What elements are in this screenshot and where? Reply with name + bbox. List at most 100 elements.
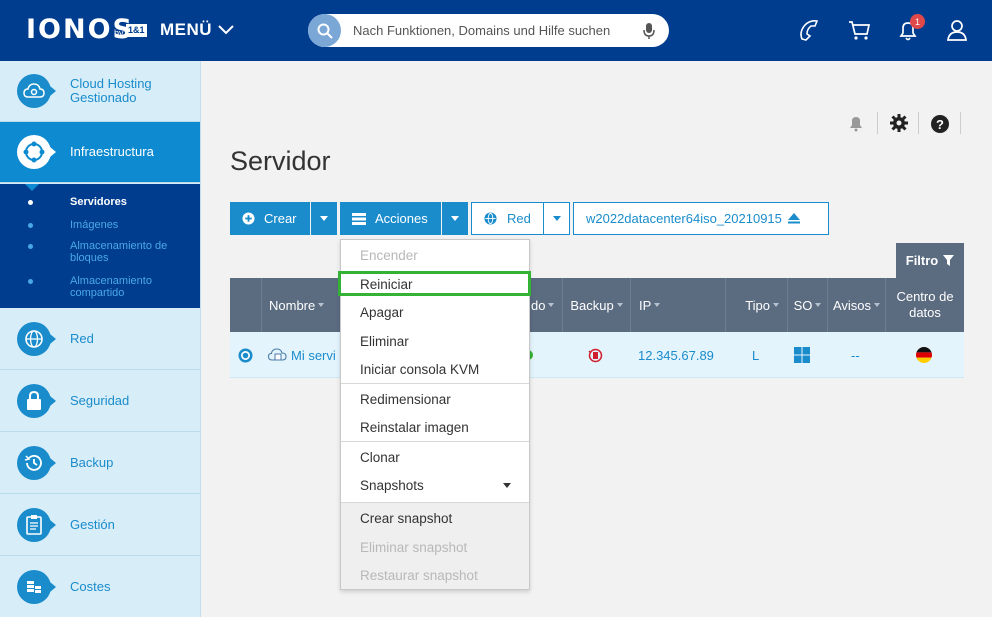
menu-item-restaurar-snapshot[interactable]: Restaurar snapshot [341,561,529,589]
acciones-dropdown-toggle[interactable] [442,202,468,235]
row-radio[interactable] [238,332,253,378]
menu-item-reinstalar-imagen[interactable]: Reinstalar imagen [341,413,529,441]
sidebar-item-label: Gestión [70,517,115,532]
crear-button[interactable]: Crear [230,202,310,235]
chevron-down-icon [218,25,234,35]
header-so[interactable]: SO [787,278,827,332]
bullet-icon [28,279,33,284]
menu-item-encender[interactable]: Encender [341,241,529,269]
sidebar-item-label: Red [70,331,94,346]
list-icon [352,212,366,225]
sidebar-subnav: Servidores Imágenes Almacenamiento de bl… [0,184,200,308]
bell-outline-icon[interactable] [848,114,864,132]
server-name[interactable]: Mi servi [291,348,336,363]
header-label: IP [639,297,652,313]
header-label: Nombre [269,297,316,313]
plus-circle-icon [242,212,255,225]
funnel-icon [943,255,955,266]
red-label: Red [507,211,531,226]
phone-icon[interactable] [797,18,821,42]
user-icon[interactable] [945,18,969,42]
header-label: Backup [570,297,614,313]
lock-icon [17,384,56,418]
eject-icon [787,213,800,224]
divider [960,112,961,134]
sort-caret-icon [318,303,325,307]
menu-item-eliminar[interactable]: Eliminar [341,327,529,355]
caret-down-icon [552,216,561,221]
subnav-label: Servidores [70,196,127,208]
sidebar-item-label: Costes [70,579,111,594]
header-nombre[interactable]: Nombre [261,278,341,332]
backup-status-icon[interactable] [588,332,603,378]
sidebar-item-seguridad[interactable]: Seguridad [0,371,200,432]
sidebar-item-costes[interactable]: Costes [0,557,200,617]
header-backup[interactable]: Backup [562,278,630,332]
menu-button[interactable]: MENÜ [160,20,234,40]
sidebar-item-label: Infraestructura [70,144,154,159]
notification-badge: 1 [910,14,925,29]
network-nodes-icon [17,135,56,169]
tipo-cell: L [752,347,760,363]
menu-item-eliminar-snapshot[interactable]: Eliminar snapshot [341,533,529,561]
sort-caret-icon [616,303,623,307]
menu-item-crear-snapshot[interactable]: Crear snapshot [341,503,529,533]
red-dropdown-toggle[interactable] [543,202,570,235]
header-avisos[interactable]: Avisos [827,278,885,332]
divider [877,112,878,134]
sidebar-item-cloud-hosting[interactable]: Cloud Hosting Gestionado [0,61,200,122]
cloud-gear-icon [17,74,56,108]
header-select [230,278,261,332]
globe-icon [17,322,56,356]
menu-item-apagar[interactable]: Apagar [341,298,529,326]
bullet-icon [28,223,33,228]
sidebar-item-red[interactable]: Red [0,309,200,370]
history-clock-icon [17,446,56,480]
menu-divider [341,441,529,442]
sort-caret-icon [654,303,661,307]
sidebar-item-backup[interactable]: Backup [0,433,200,494]
search-bar[interactable]: Nach Funktionen, Domains und Hilfe suche… [308,14,669,47]
help-icon[interactable]: ? [930,114,950,134]
sort-caret-icon [815,303,822,307]
row-name-cell[interactable]: Mi servi [268,332,336,378]
acciones-button[interactable]: Acciones [340,202,441,235]
sort-caret-icon [773,303,779,307]
header-ip[interactable]: IP [630,278,725,332]
search-icon[interactable] [308,14,341,47]
bullet-icon [28,244,33,249]
header-label: Centro de datos [896,289,954,320]
menu-item-clonar[interactable]: Clonar [341,443,529,471]
sidebar-item-label: Seguridad [70,393,130,408]
globe-icon [484,212,497,225]
divider [918,112,919,134]
logo-1and1: 1&1 [126,24,147,37]
menu-item-redimensionar[interactable]: Redimensionar [341,385,529,413]
ip-cell: 12.345.67.89 [638,347,714,363]
crear-dropdown-toggle[interactable] [311,202,337,235]
red-button[interactable]: Red [471,202,544,235]
avisos-cell: -- [851,347,860,363]
cloud-server-icon [268,348,287,361]
sidebar-item-infraestructura[interactable]: Infraestructura [0,122,200,183]
cart-icon[interactable] [847,18,871,42]
gear-icon[interactable] [889,113,909,133]
menu-item-consola-kvm[interactable]: Iniciar consola KVM [341,355,529,383]
filter-button[interactable]: Filtro [896,243,964,278]
search-input[interactable]: Nach Funktionen, Domains und Hilfe suche… [353,23,610,38]
header-tipo[interactable]: Tipo [725,278,787,332]
crear-label: Crear [264,211,297,226]
page-title: Servidor [230,146,331,176]
caret-down-icon [451,216,459,221]
header-label: Tipo [745,297,770,313]
iso-eject-button[interactable]: w2022datacenter64iso_20210915 [573,202,829,235]
microphone-icon[interactable] [643,22,655,40]
caret-down-icon [503,483,511,488]
sort-caret-icon [874,303,881,307]
menu-item-snapshots[interactable]: Snapshots [341,471,529,499]
acciones-label: Acciones [375,211,428,226]
sidebar-item-gestion[interactable]: Gestión [0,495,200,556]
bullet-icon [28,200,33,205]
header-centro-datos[interactable]: Centro de datos [885,278,964,332]
sidebar-item-label: Backup [70,455,114,470]
